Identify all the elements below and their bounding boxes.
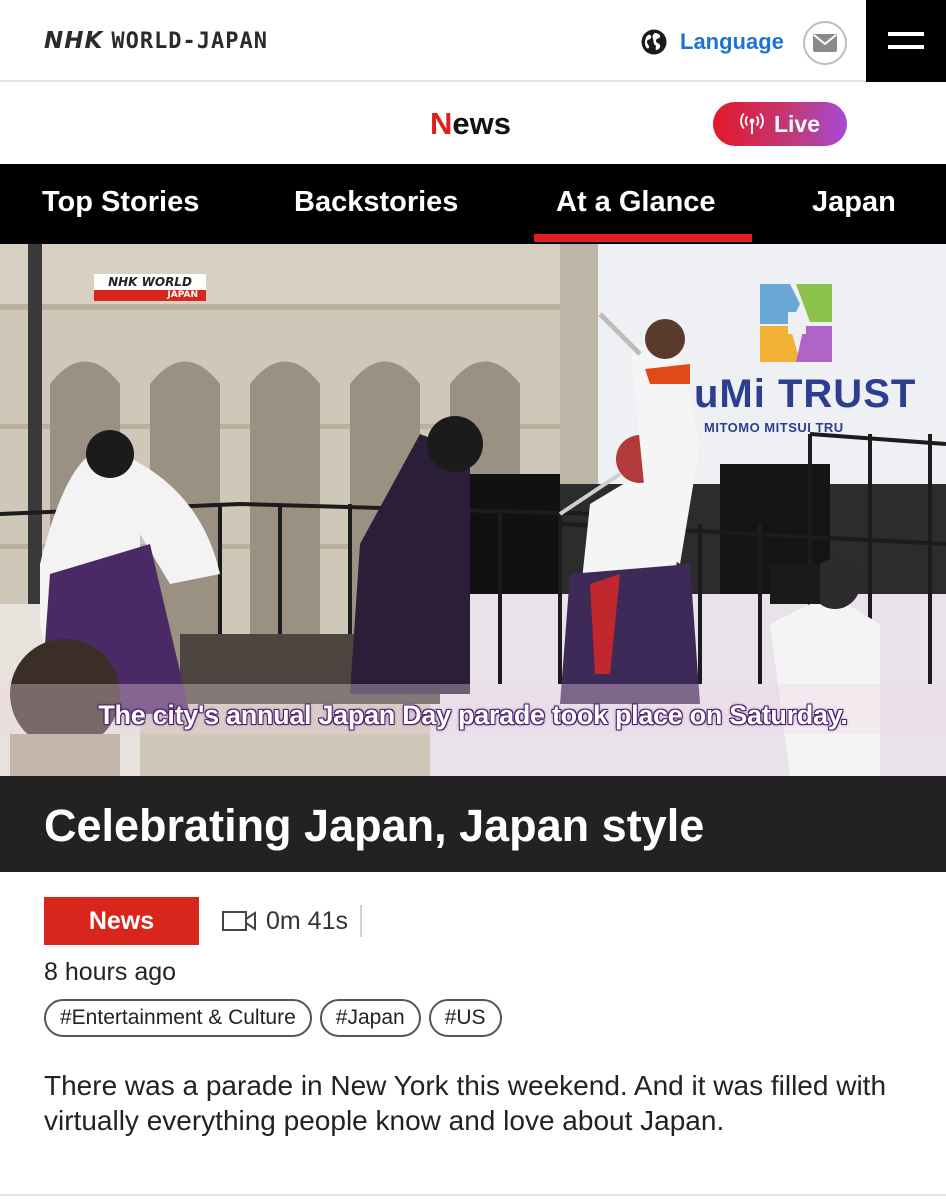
menu-button[interactable] [866,0,946,82]
nav-at-a-glance[interactable]: At a Glance [556,186,716,219]
bottom-divider [0,1194,946,1196]
duration-divider [359,905,362,937]
site-logo[interactable]: NHK WORLD-JAPAN [44,26,268,56]
category-nav: Top Stories Backstories At a Glance Japa… [0,164,946,244]
language-label: Language [680,29,784,54]
section-bar: News Live [0,84,946,164]
posted-time: 8 hours ago [44,958,177,986]
article-summary: There was a parade in New York this week… [44,1070,887,1136]
hamburger-menu-icon [888,32,924,49]
tag-us[interactable]: #US [428,999,502,1037]
live-button[interactable]: Live [713,102,847,146]
section-title[interactable]: News [430,106,511,142]
article-title: Celebrating Japan, Japan style [44,800,705,851]
mail-button[interactable] [803,21,847,65]
category-badge[interactable]: News [44,897,199,945]
article-title-bar: Celebrating Japan, Japan style [0,776,946,872]
duration-text: 0m 41s [266,906,348,935]
logo-nhk: NHK [44,28,104,54]
sponsor-sign-text: uMi TRUST [694,372,917,416]
nav-top-stories[interactable]: Top Stories [42,186,199,219]
top-header: NHK WORLD-JAPAN Language [0,0,946,82]
channel-watermark: NHK WORLD JAPAN [94,274,206,302]
video-duration: 0m 41s [222,905,362,937]
tag-entertainment-culture[interactable]: #Entertainment & Culture [44,999,312,1037]
video-player[interactable]: NHK WORLD JAPAN uMi TRUST MITOMO MITSUI … [0,244,946,776]
video-camera-icon [222,911,256,931]
tag-japan[interactable]: #Japan [319,999,421,1037]
mail-icon [813,34,837,52]
tag-list: #Entertainment & Culture #Japan #US [44,999,510,1037]
nav-backstories[interactable]: Backstories [294,186,458,219]
video-caption: The city's annual Japan Day parade took … [98,700,848,730]
sponsor-sign-subtext: MITOMO MITSUI TRU [704,420,844,435]
language-button[interactable]: Language [640,26,784,58]
nav-active-indicator [534,234,752,242]
globe-icon [641,29,667,55]
broadcast-icon [740,113,764,134]
logo-world-japan: WORLD-JAPAN [111,28,269,54]
video-frame [0,244,946,776]
live-label: Live [773,110,821,137]
nav-japan[interactable]: Japan [812,186,896,219]
